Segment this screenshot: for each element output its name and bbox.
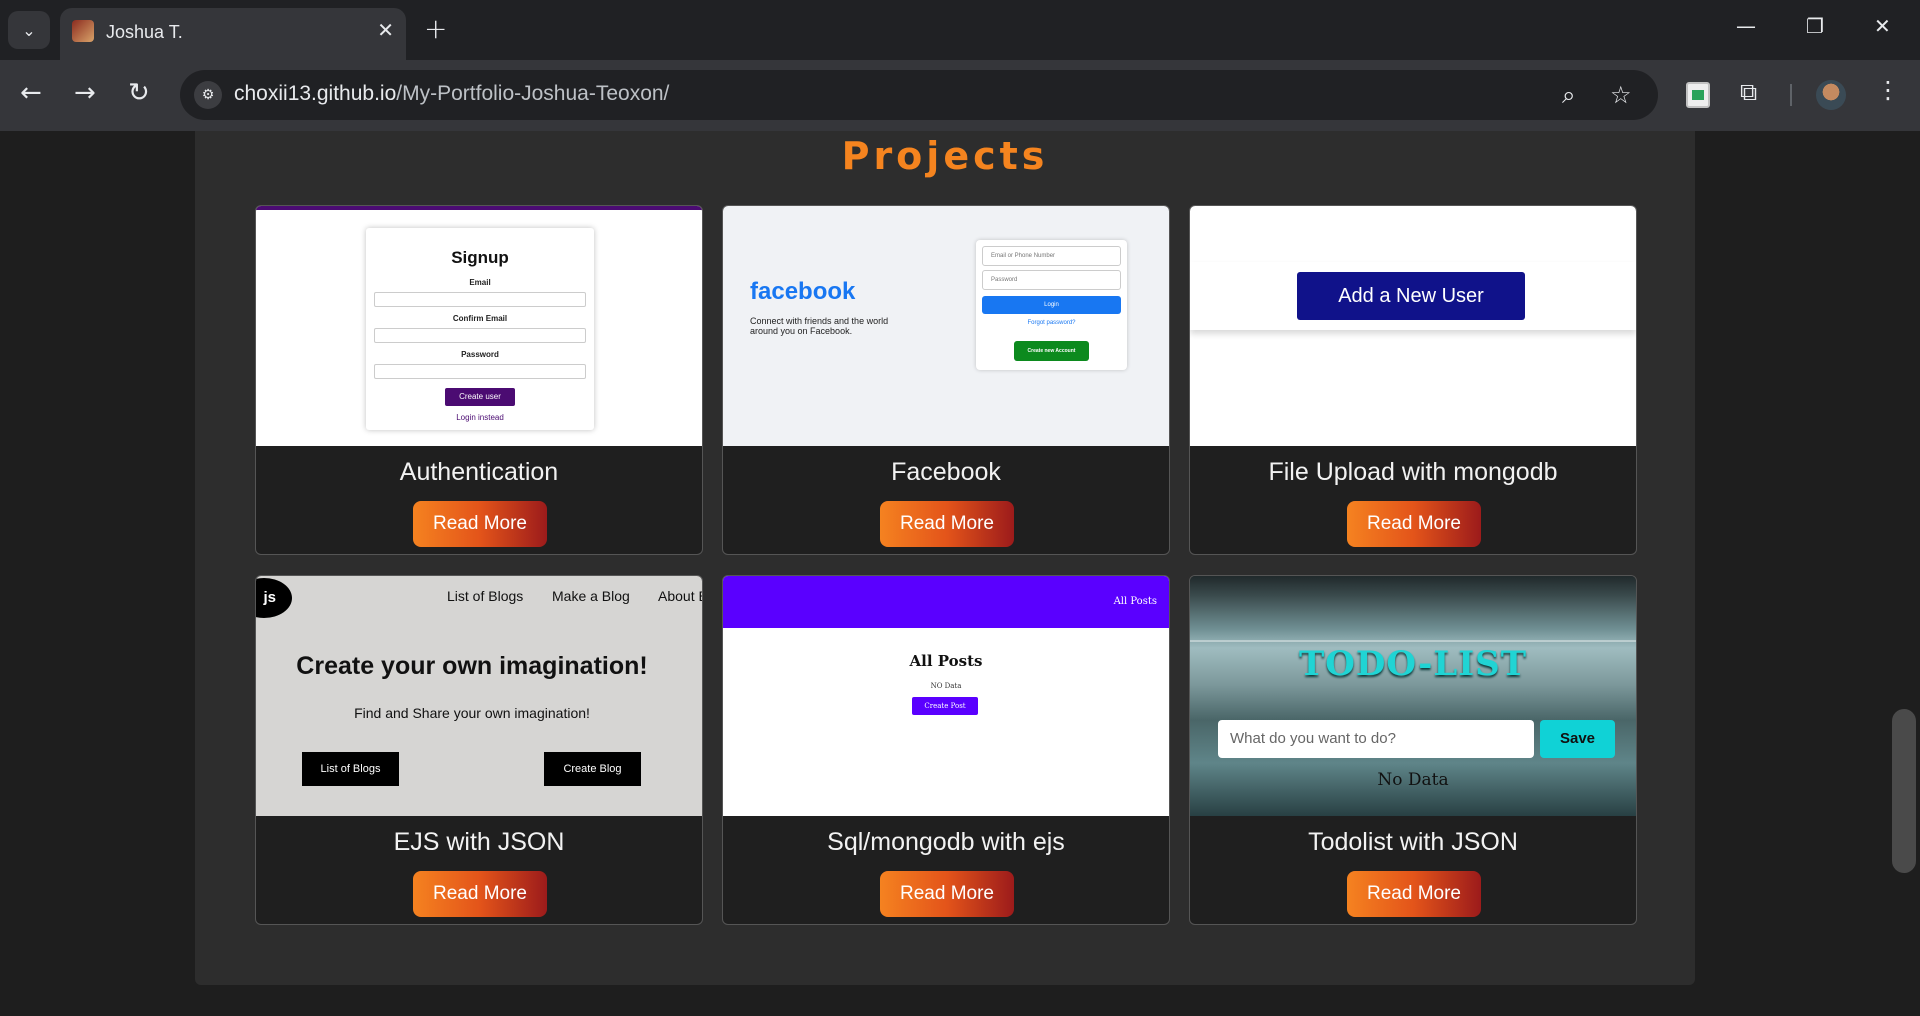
extensions-puzzle-icon[interactable]: ⧉ [1740, 78, 1757, 106]
read-more-button[interactable]: Read More [880, 501, 1014, 547]
list-of-blogs-button: List of Blogs [302, 752, 399, 786]
project-card-todolist: TODO-LIST What do you want to do? Save N… [1189, 575, 1637, 925]
project-card-sql-mongodb: All Posts All Posts NO Data Create Post … [722, 575, 1170, 925]
forward-arrow-icon[interactable]: → [74, 78, 96, 108]
email-field: Email or Phone Number [982, 246, 1121, 266]
read-more-button[interactable]: Read More [1347, 871, 1481, 917]
browser-tab[interactable]: Joshua T. ✕ [60, 8, 406, 60]
forgot-password-link: Forgot password? [1027, 320, 1076, 326]
create-user-button: Create user [445, 388, 515, 406]
project-card-authentication: Signup Email Confirm Email Password Crea… [255, 205, 703, 555]
sheets-extension-icon[interactable] [1686, 82, 1710, 108]
todo-input: What do you want to do? [1218, 720, 1534, 758]
todo-heading: TODO-LIST [1298, 644, 1528, 684]
browser-toolbar: ← → ↻ ⚙ choxii13.github.io/My-Portfolio-… [0, 60, 1920, 131]
reload-icon[interactable]: ↻ [128, 78, 150, 108]
page-scrollbar[interactable] [1888, 131, 1920, 1016]
projects-section: Projects Signup Email Confirm Email Pass… [195, 131, 1695, 985]
close-window-icon[interactable]: ✕ [1874, 14, 1891, 38]
read-more-button[interactable]: Read More [413, 501, 547, 547]
project-title: Facebook [891, 458, 1001, 486]
back-arrow-icon[interactable]: ← [20, 78, 42, 108]
project-title: Authentication [399, 458, 559, 486]
login-instead-link: Login instead [456, 413, 504, 422]
toolbar-divider [1790, 84, 1792, 106]
read-more-button[interactable]: Read More [880, 871, 1014, 917]
project-card-facebook: facebook Connect with friends and the wo… [722, 205, 1170, 555]
create-blog-button: Create Blog [544, 752, 641, 786]
restore-icon[interactable]: ❐ [1806, 14, 1824, 38]
nav-about: About B [658, 588, 702, 604]
email-label: Email [469, 278, 491, 287]
close-tab-icon[interactable]: ✕ [377, 18, 394, 42]
facebook-tagline: Connect with friends and the world aroun… [750, 316, 889, 336]
minimize-icon[interactable]: — [1736, 14, 1756, 38]
page-viewport: Projects Signup Email Confirm Email Pass… [0, 131, 1920, 1016]
nav-make-a-blog: Make a Blog [552, 588, 630, 604]
tab-title: Joshua T. [106, 22, 183, 42]
project-preview-image[interactable]: facebook Connect with friends and the wo… [723, 206, 1169, 446]
read-more-button[interactable]: Read More [1347, 501, 1481, 547]
favicon-icon [72, 20, 94, 42]
email-field [374, 292, 586, 307]
new-tab-plus-icon[interactable]: + [424, 12, 447, 45]
project-preview-image[interactable]: TODO-LIST What do you want to do? Save N… [1190, 576, 1636, 816]
bookmark-star-icon[interactable]: ☆ [1610, 81, 1632, 109]
todo-stripe [1190, 640, 1636, 642]
no-data-text: NO Data [930, 682, 962, 690]
facebook-login-preview: Email or Phone Number Password Login For… [976, 240, 1127, 370]
ejs-logo: js [256, 578, 292, 618]
add-new-user-button: Add a New User [1297, 272, 1525, 320]
facebook-logo: facebook [750, 278, 856, 305]
project-title: Sql/mongodb with ejs [827, 828, 1065, 856]
password-field [374, 364, 586, 379]
scrollbar-thumb[interactable] [1892, 709, 1916, 873]
menu-dots-icon[interactable]: ⋮ [1876, 76, 1900, 104]
project-card-file-upload: Add a New User File Upload with mongodb … [1189, 205, 1637, 555]
confirm-email-field [374, 328, 586, 343]
password-label: Password [461, 350, 499, 359]
address-bar[interactable]: ⚙ choxii13.github.io/My-Portfolio-Joshua… [180, 70, 1658, 120]
project-title: EJS with JSON [393, 828, 565, 856]
all-posts-heading: All Posts [909, 652, 983, 670]
login-button: Login [982, 296, 1121, 314]
url-path: /My-Portfolio-Joshua-Teoxon/ [396, 82, 670, 105]
project-preview-image[interactable]: js List of Blogs Make a Blog About B Cre… [256, 576, 702, 816]
url-text[interactable]: choxii13.github.io/My-Portfolio-Joshua-T… [234, 82, 669, 106]
tab-bar: ⌄ Joshua T. ✕ + — ❐ ✕ [0, 0, 1920, 60]
profile-avatar[interactable] [1816, 80, 1846, 110]
sql-navbar: All Posts [723, 576, 1169, 628]
nav-all-posts: All Posts [1113, 596, 1157, 607]
nav-list-of-blogs: List of Blogs [447, 588, 524, 604]
ejs-heading: Create your own imagination! [296, 652, 648, 680]
browser-chrome: ⌄ Joshua T. ✕ + — ❐ ✕ ← → ↻ ⚙ choxii13.g… [0, 0, 1920, 131]
url-host: choxii13.github.io [234, 82, 397, 105]
tab-search-chevron-down-icon[interactable]: ⌄ [8, 11, 50, 49]
project-preview-image[interactable]: Signup Email Confirm Email Password Crea… [256, 206, 702, 446]
signup-title: Signup [451, 248, 509, 267]
signup-form-preview: Signup Email Confirm Email Password Crea… [366, 228, 594, 430]
create-post-button: Create Post [912, 697, 978, 715]
save-button: Save [1540, 720, 1615, 758]
site-settings-icon[interactable]: ⚙ [194, 81, 222, 109]
project-preview-image[interactable]: Add a New User [1190, 206, 1636, 446]
project-preview-image[interactable]: All Posts All Posts NO Data Create Post [723, 576, 1169, 816]
project-title: Todolist with JSON [1308, 828, 1518, 856]
create-account-button: Create new Account [1014, 341, 1089, 361]
password-field: Password [982, 270, 1121, 290]
read-more-button[interactable]: Read More [413, 871, 547, 917]
projects-heading: Projects [841, 134, 1049, 178]
ejs-subheading: Find and Share your own imagination! [354, 705, 590, 721]
no-data-text: No Data [1377, 770, 1449, 790]
project-card-ejs-json: js List of Blogs Make a Blog About B Cre… [255, 575, 703, 925]
zoom-icon[interactable]: ⌕ [1562, 81, 1575, 109]
confirm-email-label: Confirm Email [452, 314, 508, 323]
project-title: File Upload with mongodb [1268, 458, 1558, 486]
